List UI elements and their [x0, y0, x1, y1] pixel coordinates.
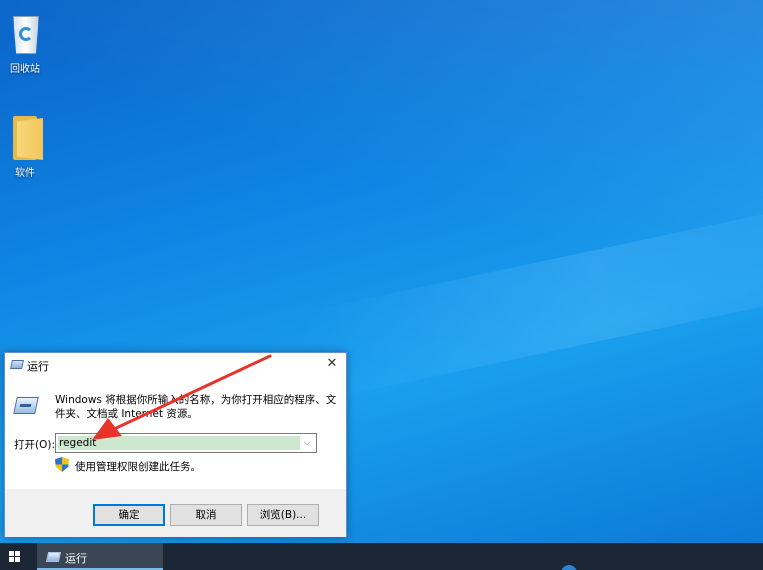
dialog-title: 运行	[27, 360, 49, 373]
run-program-icon	[13, 397, 39, 414]
open-combobox[interactable]: regedit ⌵	[55, 433, 317, 453]
desktop-icon-software-folder[interactable]: 软件	[0, 114, 50, 179]
start-button[interactable]	[0, 543, 30, 570]
run-app-icon	[45, 552, 62, 562]
run-dialog: 运行 ✕ Windows 将根据你所输入的名称，为你打开相应的程序、文件夹、文档…	[4, 352, 347, 537]
ok-button[interactable]: 确定	[93, 504, 165, 526]
dialog-titlebar[interactable]: 运行 ✕	[5, 353, 346, 377]
desktop-icon-recycle-bin[interactable]: 回收站	[0, 10, 50, 75]
desktop-icon-label: 软件	[15, 168, 35, 179]
close-button[interactable]: ✕	[318, 353, 346, 377]
chevron-down-icon[interactable]: ⌵	[300, 436, 314, 450]
desktop-icon-label: 回收站	[10, 64, 40, 75]
recycle-bin-icon	[7, 10, 43, 56]
windows-logo-icon	[9, 551, 20, 562]
tray-indicator-icon	[561, 565, 577, 570]
taskbar-item-run[interactable]: 运行	[37, 543, 163, 570]
run-app-icon	[10, 360, 24, 369]
browse-button[interactable]: 浏览(B)...	[247, 504, 319, 526]
dialog-description: Windows 将根据你所输入的名称，为你打开相应的程序、文件夹、文档或 Int…	[55, 394, 337, 420]
wallpaper-light-beam	[297, 188, 763, 402]
cancel-button[interactable]: 取消	[170, 504, 242, 526]
open-input-value[interactable]: regedit	[59, 436, 97, 450]
uac-shield-icon	[55, 457, 69, 472]
admin-privilege-note: 使用管理权限创建此任务。	[75, 461, 201, 473]
open-field-label: 打开(O):	[14, 439, 55, 451]
taskbar-item-label: 运行	[65, 552, 87, 565]
taskbar: 运行	[0, 543, 763, 570]
folder-icon	[7, 114, 43, 160]
dialog-footer: 确定 取消 浏览(B)...	[5, 489, 346, 537]
